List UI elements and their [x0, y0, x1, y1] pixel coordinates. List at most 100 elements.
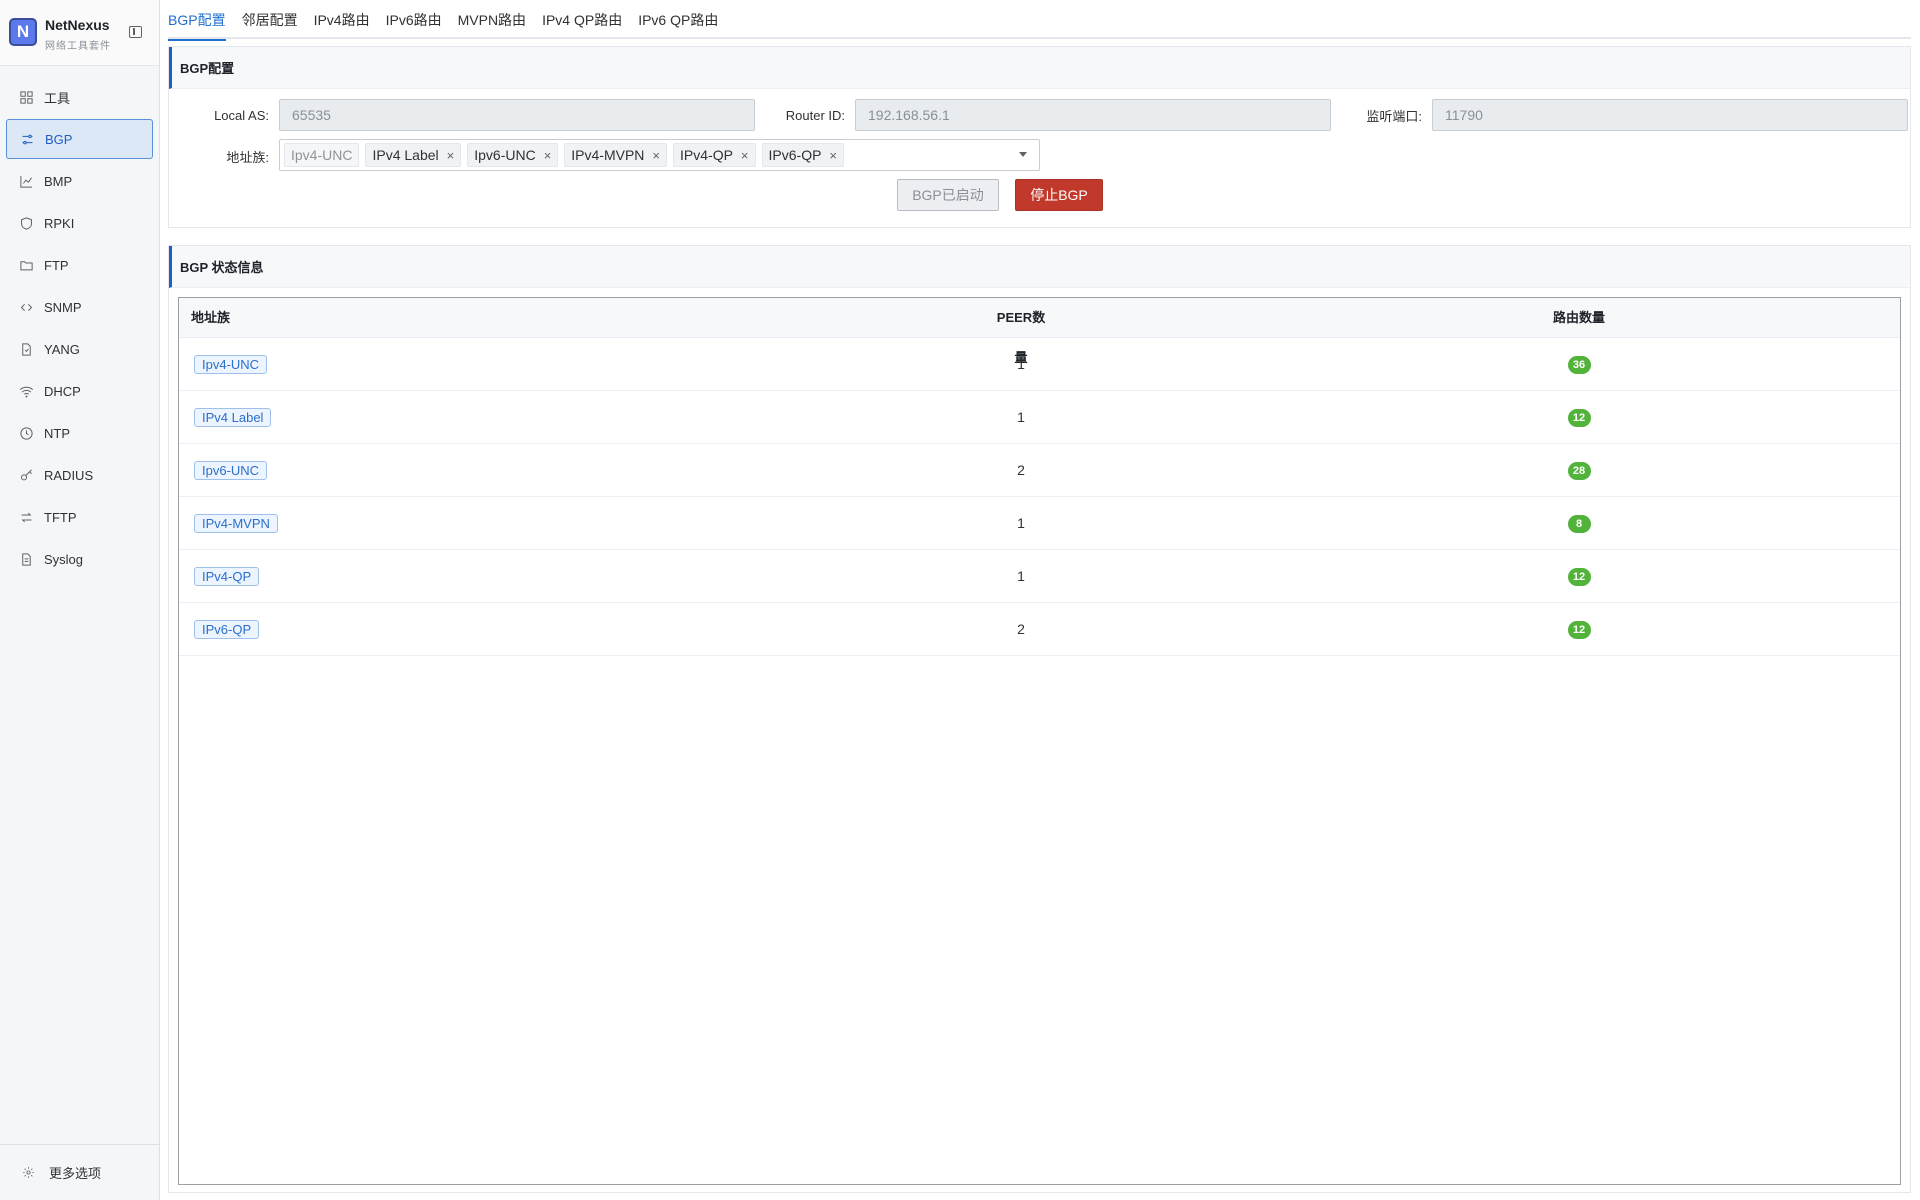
column-header-family: 地址族 — [191, 310, 231, 325]
sidebar-item-snmp[interactable]: SNMP — [6, 287, 153, 327]
route-count-cell: 12 — [1539, 550, 1619, 603]
tab-4[interactable]: MVPN路由 — [450, 0, 534, 39]
sidebar-item-bgp[interactable]: BGP — [6, 119, 153, 159]
app-name: NetNexus — [45, 17, 110, 33]
route-count-cell: 28 — [1539, 444, 1619, 497]
sidebar-item-ftp[interactable]: FTP — [6, 245, 153, 285]
doc-icon — [18, 551, 34, 567]
address-family-chip: Ipv6-UNC × — [467, 143, 559, 167]
tab-5[interactable]: IPv4 QP路由 — [534, 0, 630, 39]
peer-count-cell: 2 — [1017, 621, 1025, 637]
key-icon — [18, 467, 34, 483]
address-family-chip: Ipv4-UNC — [284, 143, 360, 167]
local-as-label: Local AS: — [214, 107, 269, 123]
router-id-input[interactable]: 192.168.56.1 — [855, 99, 1331, 131]
table-row: Ipv4-UNC 1 36 — [179, 338, 1900, 391]
tab-bar: BGP配置 邻居配置 IPv4路由 IPv6路由 MVPN路由 IPv4 QP路由 IPv6… — [168, 0, 1911, 41]
wifi-icon — [18, 383, 34, 399]
family-tag[interactable]: Ipv4-UNC — [194, 355, 268, 374]
bgp-status-card: BGP 状态信息 地址族 PEER数量 路由数量 Ipv4-UNC 1 36 IPv4… — [168, 245, 1911, 1193]
stop-bgp-button[interactable]: 停止BGP — [1015, 179, 1103, 211]
close-icon[interactable]: × — [544, 148, 552, 163]
table-header: 地址族 PEER数量 路由数量 — [179, 298, 1900, 365]
sidebar-item-label: YANG — [44, 341, 80, 357]
route-count-badge: 36 — [1567, 355, 1591, 374]
local-as-input[interactable]: 65535 — [279, 99, 755, 131]
sidebar-item-label: TFTP — [44, 509, 77, 525]
sidebar-item-yang[interactable]: YANG — [6, 329, 153, 369]
more-options-button[interactable]: 更多选项 — [0, 1144, 159, 1200]
family-tag[interactable]: IPv6-QP — [194, 620, 260, 639]
sidebar-item-label: SNMP — [44, 299, 82, 315]
close-icon[interactable]: × — [447, 148, 455, 163]
tab-3[interactable]: IPv6路由 — [378, 0, 450, 39]
address-family-select[interactable]: Ipv4-UNC IPv4 Label × Ipv6-UNC × IPv4-MVPN × IP… — [279, 139, 1040, 171]
listen-port-row: 监听端口: 11790 — [1345, 99, 1908, 131]
sidebar-item-radius[interactable]: RADIUS — [6, 455, 153, 495]
listen-port-label: 监听端口: — [1366, 108, 1422, 124]
sidebar-item-syslog[interactable]: Syslog — [6, 539, 153, 579]
sliders-icon — [19, 131, 35, 147]
route-count-cell: 12 — [1539, 391, 1619, 444]
peer-count-cell: 1 — [1017, 515, 1025, 531]
table-row: Ipv6-UNC 2 28 — [179, 444, 1900, 497]
family-tag[interactable]: IPv4-MVPN — [194, 514, 278, 533]
table-row: IPv4-QP 1 12 — [179, 550, 1900, 603]
family-cell: IPv4-QP — [194, 567, 260, 586]
tab-1[interactable]: 邻居配置 — [234, 0, 306, 39]
sidebar-item-label: RPKI — [44, 215, 75, 231]
family-tag[interactable]: Ipv6-UNC — [194, 461, 268, 480]
app-logo: N — [9, 18, 37, 46]
bgp-config-title: BGP配置 — [169, 47, 1910, 89]
table-row: IPv4 Label 1 12 — [179, 391, 1900, 444]
listen-port-input[interactable]: 11790 — [1432, 99, 1908, 131]
grid-icon — [18, 89, 34, 105]
local-as-row: Local AS: 65535 — [169, 99, 755, 131]
chevron-down-icon[interactable] — [1019, 152, 1027, 157]
chip-label: IPv6-QP — [768, 147, 822, 163]
sidebar-item-tftp[interactable]: TFTP — [6, 497, 153, 537]
app-window: N NetNexus 网络工具套件 工具 BGP BMP RPKI FTP SNMP YAN… — [0, 0, 1920, 1200]
sidebar-item-dhcp[interactable]: DHCP — [6, 371, 153, 411]
route-count-badge: 12 — [1567, 567, 1591, 586]
peer-count-cell: 1 — [1017, 356, 1025, 372]
gear-icon — [23, 1167, 34, 1178]
main-content: BGP配置 邻居配置 IPv4路由 IPv6路由 MVPN路由 IPv4 QP路由 IPv6… — [160, 0, 1920, 1200]
route-count-badge: 12 — [1567, 620, 1591, 639]
sidebar-item-工具[interactable]: 工具 — [6, 77, 153, 117]
chip-label: IPv4-QP — [680, 147, 733, 163]
brand-header: N NetNexus 网络工具套件 — [0, 0, 159, 66]
close-icon[interactable]: × — [652, 148, 660, 163]
peer-count-cell: 1 — [1017, 568, 1025, 584]
code-icon — [18, 299, 34, 315]
sidebar-item-ntp[interactable]: NTP — [6, 413, 153, 453]
family-cell: IPv6-QP — [194, 620, 260, 639]
app-subtitle: 网络工具套件 — [45, 41, 111, 52]
address-family-chip: IPv4 Label × — [365, 143, 462, 167]
peer-count-cell: 2 — [1017, 462, 1025, 478]
tab-0[interactable]: BGP配置 — [168, 0, 234, 41]
sidebar-item-label: Syslog — [44, 551, 84, 567]
family-cell: Ipv6-UNC — [194, 461, 268, 480]
close-icon[interactable]: × — [741, 148, 749, 163]
address-family-label: 地址族: — [226, 150, 269, 165]
route-count-badge: 12 — [1567, 408, 1591, 427]
tab-6[interactable]: IPv6 QP路由 — [630, 0, 726, 39]
sidebar-item-label: NTP — [44, 425, 70, 441]
family-tag[interactable]: IPv4 Label — [194, 408, 272, 427]
swap-icon — [18, 509, 34, 525]
router-id-row: Router ID: 192.168.56.1 — [769, 99, 1331, 131]
column-header-routes: 路由数量 — [1552, 310, 1605, 325]
sidebar-item-rpki[interactable]: RPKI — [6, 203, 153, 243]
table-row: IPv6-QP 2 12 — [179, 603, 1900, 656]
sidebar-item-bmp[interactable]: BMP — [6, 161, 153, 201]
family-cell: Ipv4-UNC — [194, 355, 268, 374]
close-icon[interactable]: × — [829, 148, 837, 163]
address-family-chip: IPv4-QP × — [673, 143, 756, 167]
bgp-started-button[interactable]: BGP已启动 — [897, 179, 999, 211]
family-tag[interactable]: IPv4-QP — [194, 567, 260, 586]
sidebar-collapse-icon[interactable] — [129, 26, 142, 38]
sidebar-item-label: BMP — [44, 173, 73, 189]
tab-2[interactable]: IPv4路由 — [306, 0, 378, 39]
bgp-config-card: BGP配置 Local AS: 65535 Router ID: 192.168… — [168, 46, 1911, 228]
